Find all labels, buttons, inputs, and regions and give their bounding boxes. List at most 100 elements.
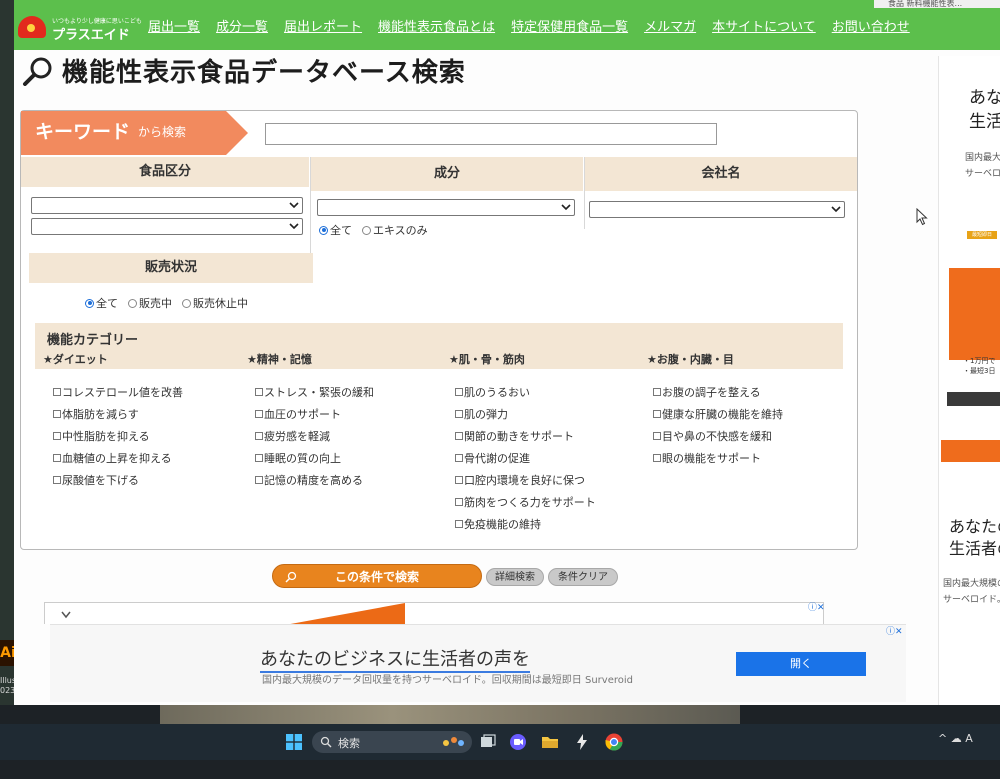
browser-tab-strip[interactable]: 食品 新料機能性表... [874, 0, 1000, 8]
ingredient-header: 成分 [311, 157, 583, 191]
category-checkbox[interactable]: 筋肉をつくる力をサポート [455, 495, 596, 509]
clear-conditions-button[interactable]: 条件クリア [548, 568, 618, 586]
meet-icon[interactable] [508, 732, 528, 752]
nav-link-foshu[interactable]: 特定保健用食品一覧 [511, 16, 628, 35]
category-checkbox[interactable]: 尿酸値を下げる [53, 473, 183, 487]
sidebar-ad-text: 国内最大 サーベロ [965, 153, 1000, 179]
sidebar-ad-dark-button[interactable] [947, 392, 1000, 406]
category-checkbox[interactable]: 疲労感を軽減 [255, 429, 374, 443]
category-checkbox[interactable]: 健康な肝臓の機能を維持 [653, 407, 783, 421]
category-checkbox[interactable]: 口腔内環境を良好に保つ [455, 473, 596, 487]
chrome-icon[interactable] [604, 732, 624, 752]
radio-label: 全て [96, 297, 118, 310]
divider [310, 157, 311, 253]
task-view-icon[interactable] [478, 732, 498, 752]
page-title-text: 機能性表示食品データベース検索 [62, 58, 466, 88]
category-checkbox[interactable]: 骨代謝の促進 [455, 451, 596, 465]
advanced-search-button[interactable]: 詳細検索 [486, 568, 544, 586]
taskbar: 検索 ^ ☁ A [0, 724, 1000, 760]
taskbar-search[interactable]: 検索 [312, 731, 472, 753]
power-automate-icon[interactable] [572, 732, 592, 752]
nav-link-newsletter[interactable]: メルマガ [644, 16, 696, 35]
search-icon [320, 736, 332, 748]
ingredient-select[interactable] [317, 199, 575, 216]
windows-icon[interactable] [286, 734, 302, 750]
category-checkbox[interactable]: コレステロール値を改善 [53, 385, 183, 399]
category-checkbox[interactable]: 睡眠の質の向上 [255, 451, 374, 465]
category-group-mind: ★精神・記憶 [247, 353, 312, 366]
radio-label: 販売休止中 [193, 297, 248, 310]
category-checkbox[interactable]: 肌の弾力 [455, 407, 596, 421]
checkbox-icon [455, 498, 463, 506]
nav-link-list[interactable]: 届出一覧 [148, 16, 200, 35]
chevron-down-icon [289, 202, 299, 209]
nav-link-about-site[interactable]: 本サイトについて [712, 16, 816, 35]
food-category-header: 食品区分 [21, 157, 309, 187]
category-column-diet: コレステロール値を改善 体脂肪を減らす 中性脂肪を抑える 血糖値の上昇を抑える … [53, 385, 183, 487]
food-category-select-2[interactable] [31, 218, 303, 235]
category-checkbox[interactable]: 眼の機能をサポート [653, 451, 783, 465]
sales-radio-suspended[interactable]: 販売休止中 [182, 295, 248, 311]
ad-close-icon[interactable]: ⓘ✕ [886, 624, 903, 637]
taskbar-search-label: 検索 [338, 737, 360, 750]
page-title: 機能性表示食品データベース検索 [22, 52, 466, 89]
checkbox-icon [255, 410, 263, 418]
category-checkbox[interactable]: 中性脂肪を抑える [53, 429, 183, 443]
sales-radio-on-sale[interactable]: 販売中 [128, 295, 172, 311]
chevron-down-icon[interactable] [61, 611, 71, 619]
checkbox-icon [455, 476, 463, 484]
category-checkbox[interactable]: 記憶の精度を高める [255, 473, 374, 487]
checkbox-icon [53, 410, 61, 418]
checkbox-icon [53, 454, 61, 462]
sidebar-ad-badge: 最短即日 [967, 231, 997, 239]
category-checkbox[interactable]: 目や鼻の不快感を緩和 [653, 429, 783, 443]
main-nav: 届出一覧 成分一覧 届出レポート 機能性表示食品とは 特定保健用食品一覧 メルマ… [148, 16, 910, 35]
sidebar-ad: あな生活 国内最大サーベロ 最短即日 全て生 ・1万円で・最短3日 あなたの生活… [938, 56, 1000, 705]
ingredient-radio-extract[interactable]: エキスのみ [362, 222, 428, 238]
browser-page: 食品 新料機能性表... いつもより少し健康に思いこども プラスエイド 届出一覧… [14, 0, 1000, 705]
nav-link-ingredients[interactable]: 成分一覧 [216, 16, 268, 35]
category-checkbox[interactable]: ストレス・緊張の緩和 [255, 385, 374, 399]
category-checkbox[interactable]: 肌のうるおい [455, 385, 596, 399]
category-group-gut: ★お腹・内臓・目 [647, 353, 734, 366]
radio-label: 販売中 [139, 297, 172, 310]
category-checkbox[interactable]: 免疫機能の維持 [455, 517, 596, 531]
ingredient-radio-all[interactable]: 全て [319, 222, 352, 238]
bottom-ad: あなたのビジネスに生活者の声を 国内最大規模のデータ回収量を持つサーベロイド。回… [50, 624, 906, 702]
search-button[interactable]: この条件で検索 [272, 564, 482, 588]
radio-icon [182, 298, 191, 308]
keyword-input[interactable] [265, 123, 717, 145]
category-checkbox[interactable]: 血圧のサポート [255, 407, 374, 421]
chevron-down-icon [831, 206, 841, 213]
company-select[interactable] [589, 201, 845, 218]
sidebar-ad-text-2: 国内最大規模のサーベロイド。( [943, 579, 1000, 605]
file-explorer-icon[interactable] [540, 732, 560, 752]
ad-open-button[interactable]: 開く [736, 652, 866, 676]
sales-radio-all[interactable]: 全て [85, 295, 118, 311]
divider [584, 157, 585, 229]
checkbox-icon [255, 432, 263, 440]
checkbox-icon [455, 520, 463, 528]
nav-link-report[interactable]: 届出レポート [284, 16, 362, 35]
radio-icon [85, 298, 94, 308]
keyword-tab: キーワード から検索 [21, 111, 248, 155]
sidebar-ad-orange[interactable]: 全て生 [949, 268, 1000, 360]
category-checkbox[interactable]: 関節の動きをサポート [455, 429, 596, 443]
nav-link-contact[interactable]: お問い合わせ [832, 16, 910, 35]
food-category-select-1[interactable] [31, 197, 303, 214]
site-header: 食品 新料機能性表... いつもより少し健康に思いこども プラスエイド 届出一覧… [14, 0, 1000, 50]
nav-link-about-ffc[interactable]: 機能性表示食品とは [378, 16, 495, 35]
checkbox-icon [255, 476, 263, 484]
radio-icon [362, 225, 371, 235]
ad-close-icon[interactable]: ⓘ✕ [808, 600, 825, 613]
checkbox-icon [255, 388, 263, 396]
category-checkbox[interactable]: 血糖値の上昇を抑える [53, 451, 183, 465]
ad-description: 国内最大規模のデータ回収量を持つサーベロイド。回収期間は最短即日 Survero… [262, 675, 633, 686]
site-logo[interactable]: いつもより少し健康に思いこども プラスエイド [18, 14, 142, 43]
ad-headline[interactable]: あなたのビジネスに生活者の声を [260, 645, 530, 673]
category-checkbox[interactable]: お腹の調子を整える [653, 385, 783, 399]
checkbox-icon [455, 432, 463, 440]
sidebar-ad-orange-button[interactable] [941, 440, 1000, 462]
category-checkbox[interactable]: 体脂肪を減らす [53, 407, 183, 421]
system-tray[interactable]: ^ ☁ A [938, 732, 973, 745]
